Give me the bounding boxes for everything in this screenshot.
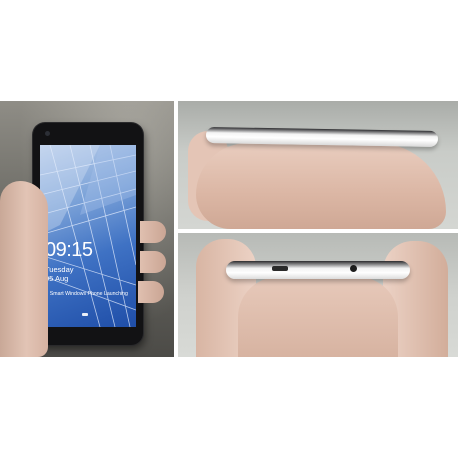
usb-port [272, 266, 288, 271]
notification-text: Smart Windows Phone Launching [49, 291, 128, 297]
phone-front-photo: 09:15 Tuesday 05 Aug ⊙ Smart Windows Pho… [0, 101, 174, 357]
finger [140, 251, 166, 273]
phone-bottom-edge [226, 261, 410, 279]
lock-date: 05 Aug [45, 274, 69, 283]
front-camera [45, 131, 50, 136]
lock-notification: ⊙ Smart Windows Phone Launching [44, 291, 128, 297]
lock-indicator [82, 313, 88, 316]
headphone-jack [350, 265, 357, 272]
holding-hand [0, 181, 48, 357]
photo-collage: 09:15 Tuesday 05 Aug ⊙ Smart Windows Pho… [0, 101, 458, 357]
phone-side-photo [178, 101, 458, 229]
architecture-wallpaper [40, 145, 136, 327]
finger [138, 281, 164, 303]
finger [140, 221, 166, 243]
phone-bottom-photo [178, 233, 458, 357]
lock-time: 09:15 [45, 239, 93, 261]
open-hand [196, 143, 446, 229]
palm [238, 277, 398, 357]
phone-front-view: 09:15 Tuesday 05 Aug ⊙ Smart Windows Pho… [33, 123, 143, 345]
lock-day: Tuesday [45, 265, 74, 274]
lock-screen: 09:15 Tuesday 05 Aug ⊙ Smart Windows Pho… [40, 145, 136, 327]
